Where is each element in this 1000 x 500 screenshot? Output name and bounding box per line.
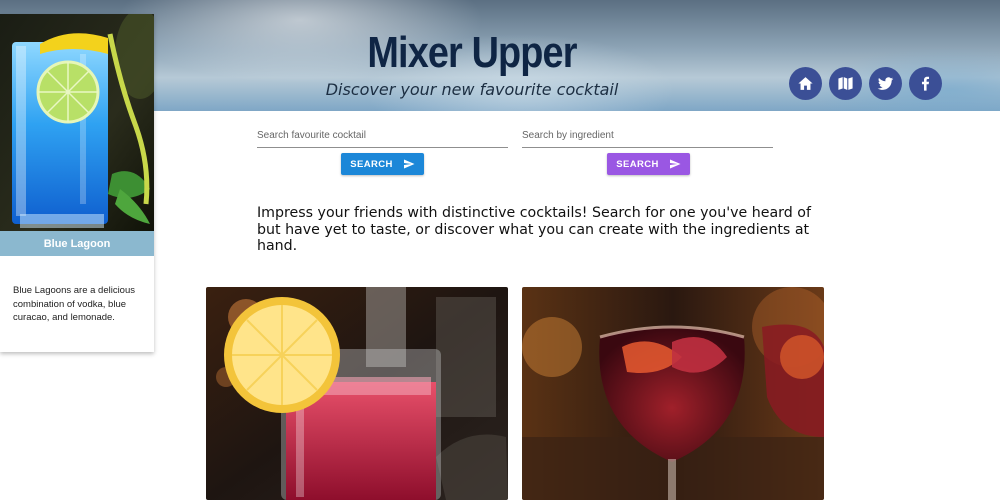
twitter-icon <box>877 77 894 90</box>
blue-lagoon-photo <box>0 14 154 231</box>
featured-cocktail-description: Blue Lagoons are a delicious combination… <box>13 285 136 323</box>
featured-cocktail-name: Blue Lagoon <box>0 231 154 256</box>
facebook-icon <box>921 76 930 91</box>
send-icon <box>669 159 681 169</box>
map-button[interactable] <box>829 67 862 100</box>
send-icon <box>403 159 415 169</box>
facebook-button[interactable] <box>909 67 942 100</box>
ingredient-search-label: SEARCH <box>616 158 659 170</box>
intro-text: Impress your friends with distinctive co… <box>257 205 811 254</box>
cocktail-photo-sangria[interactable] <box>522 287 824 500</box>
cocktail-search-label: SEARCH <box>350 158 393 170</box>
ingredient-search-button[interactable]: SEARCH <box>607 153 690 175</box>
social-links <box>789 67 942 100</box>
home-icon <box>798 77 813 90</box>
sangria-image <box>522 287 824 500</box>
map-icon <box>838 77 853 90</box>
cocktail-photo-red-drink[interactable] <box>206 287 508 500</box>
twitter-button[interactable] <box>869 67 902 100</box>
home-button[interactable] <box>789 67 822 100</box>
cocktail-search-button[interactable]: SEARCH <box>341 153 424 175</box>
cocktail-search-input[interactable] <box>257 123 508 148</box>
site-title: Mixer Upper <box>367 28 577 77</box>
ingredient-search-input[interactable] <box>522 123 773 148</box>
featured-cocktail-card[interactable]: Blue Lagoon Blue Lagoons are a delicious… <box>0 14 154 352</box>
red-cocktail-image <box>206 287 508 500</box>
